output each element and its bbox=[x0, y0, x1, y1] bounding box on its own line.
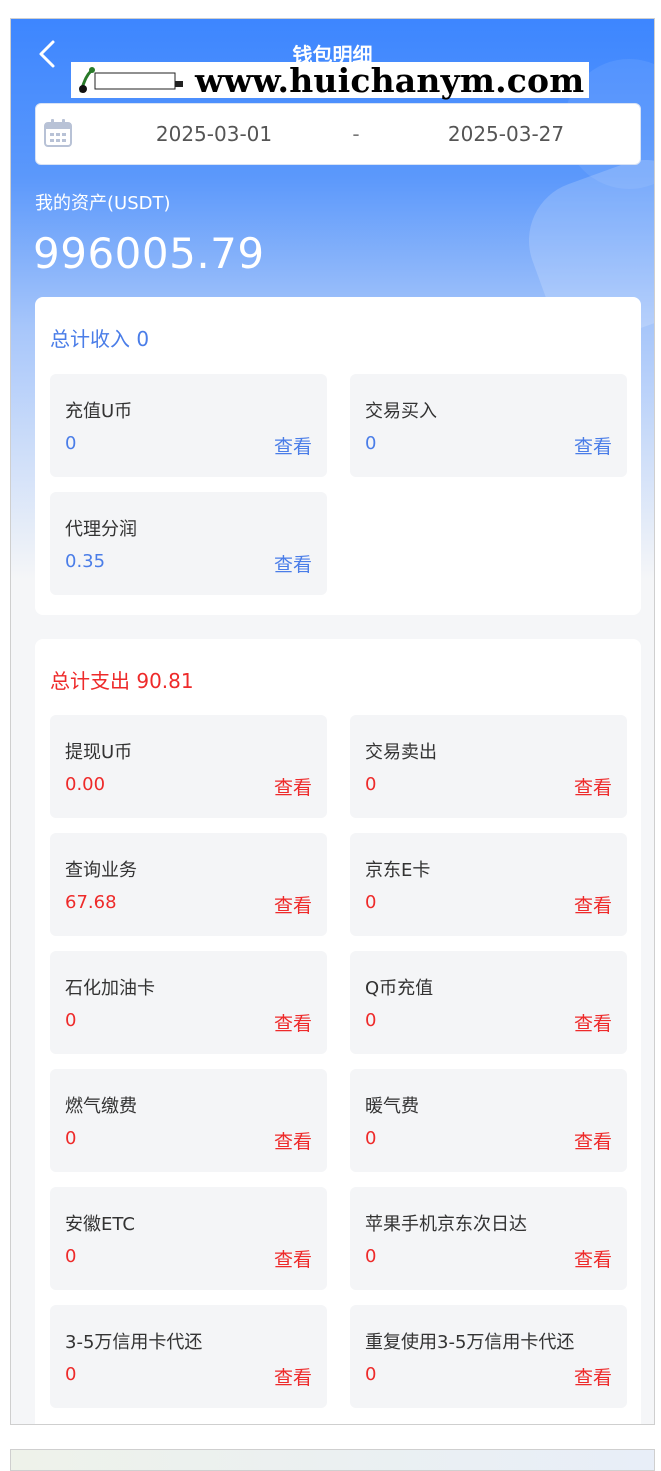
next-screenshot-edge bbox=[10, 1449, 655, 1471]
item-name: 京东E卡 bbox=[365, 860, 431, 881]
expense-item: 石化加油卡 0 查看 bbox=[50, 951, 327, 1054]
expense-item: 交易卖出 0 查看 bbox=[350, 715, 627, 818]
income-item: 交易买入 0 查看 bbox=[350, 374, 627, 477]
watermark-banner: www.huichanym.com bbox=[71, 60, 589, 100]
item-name: 交易卖出 bbox=[365, 742, 437, 763]
view-button[interactable]: 查看 bbox=[274, 432, 312, 459]
calendar-icon[interactable] bbox=[42, 117, 74, 153]
expense-item: 重复使用3-5万信用卡代还 0 查看 bbox=[350, 1305, 627, 1408]
view-button[interactable]: 查看 bbox=[574, 891, 612, 918]
expense-item: 苹果手机京东次日达 0 查看 bbox=[350, 1187, 627, 1290]
view-button[interactable]: 查看 bbox=[274, 1245, 312, 1272]
view-button[interactable]: 查看 bbox=[574, 1363, 612, 1390]
view-button[interactable]: 查看 bbox=[274, 891, 312, 918]
expense-card: 总计支出 90.81 提现U币 0.00 查看 交易卖出 0 查看 查询业务 6… bbox=[35, 639, 641, 1424]
item-name: 查询业务 bbox=[65, 860, 137, 881]
asset-label: 我的资产(USDT) bbox=[35, 193, 171, 214]
item-value: 0 bbox=[365, 892, 377, 913]
watermark-logo bbox=[71, 65, 185, 95]
income-item: 充值U币 0 查看 bbox=[50, 374, 327, 477]
view-button[interactable]: 查看 bbox=[274, 550, 312, 577]
item-value: 0 bbox=[65, 433, 77, 454]
item-name: Q币充值 bbox=[365, 978, 434, 999]
item-name: 提现U币 bbox=[65, 742, 133, 763]
view-button[interactable]: 查看 bbox=[274, 773, 312, 800]
income-total: 总计收入 0 bbox=[50, 327, 150, 351]
item-name: 苹果手机京东次日达 bbox=[365, 1214, 527, 1235]
item-value: 0 bbox=[365, 433, 377, 454]
item-value: 0 bbox=[365, 1246, 377, 1267]
item-name: 安徽ETC bbox=[65, 1214, 135, 1235]
item-value: 0 bbox=[65, 1246, 77, 1267]
date-separator: - bbox=[352, 122, 360, 146]
item-name: 燃气缴费 bbox=[65, 1096, 137, 1117]
view-button[interactable]: 查看 bbox=[574, 1009, 612, 1036]
asset-value: 996005.79 bbox=[33, 229, 265, 278]
item-value: 0.00 bbox=[65, 774, 106, 795]
view-button[interactable]: 查看 bbox=[274, 1009, 312, 1036]
view-button[interactable]: 查看 bbox=[274, 1363, 312, 1390]
expense-total: 总计支出 90.81 bbox=[50, 669, 194, 693]
item-value: 0 bbox=[65, 1010, 77, 1031]
item-name: 代理分润 bbox=[65, 519, 137, 540]
item-value: 67.68 bbox=[65, 892, 117, 913]
date-range-picker[interactable]: 2025-03-01 - 2025-03-27 bbox=[35, 103, 641, 165]
item-name: 重复使用3-5万信用卡代还 bbox=[365, 1332, 575, 1353]
expense-item: 安徽ETC 0 查看 bbox=[50, 1187, 327, 1290]
item-value: 0.35 bbox=[65, 551, 106, 572]
income-item: 代理分润 0.35 查看 bbox=[50, 492, 327, 595]
item-name: 石化加油卡 bbox=[65, 978, 155, 999]
view-button[interactable]: 查看 bbox=[574, 432, 612, 459]
item-value: 0 bbox=[365, 774, 377, 795]
item-value: 0 bbox=[365, 1128, 377, 1149]
item-value: 0 bbox=[65, 1364, 77, 1385]
view-button[interactable]: 查看 bbox=[274, 1127, 312, 1154]
end-date[interactable]: 2025-03-27 bbox=[446, 122, 566, 146]
view-button[interactable]: 查看 bbox=[574, 773, 612, 800]
item-name: 充值U币 bbox=[65, 401, 133, 422]
start-date[interactable]: 2025-03-01 bbox=[154, 122, 274, 146]
item-name: 暖气费 bbox=[365, 1096, 419, 1117]
phone-frame: 钱包明细 www.huichanym.com 2025-03-01 - 2025… bbox=[10, 18, 655, 1425]
expense-item: 3-5万信用卡代还 0 查看 bbox=[50, 1305, 327, 1408]
expense-item: 暖气费 0 查看 bbox=[350, 1069, 627, 1172]
view-button[interactable]: 查看 bbox=[574, 1127, 612, 1154]
income-card: 总计收入 0 充值U币 0 查看 交易买入 0 查看 代理分润 0.35 查看 bbox=[35, 297, 641, 615]
expense-item: 查询业务 67.68 查看 bbox=[50, 833, 327, 936]
expense-item: Q币充值 0 查看 bbox=[350, 951, 627, 1054]
view-button[interactable]: 查看 bbox=[574, 1245, 612, 1272]
expense-item: 提现U币 0.00 查看 bbox=[50, 715, 327, 818]
expense-item: 京东E卡 0 查看 bbox=[350, 833, 627, 936]
item-value: 0 bbox=[65, 1128, 77, 1149]
item-value: 0 bbox=[365, 1010, 377, 1031]
item-value: 0 bbox=[365, 1364, 377, 1385]
expense-item: 燃气缴费 0 查看 bbox=[50, 1069, 327, 1172]
watermark-site-text: www.huichanym.com bbox=[195, 60, 585, 100]
item-name: 3-5万信用卡代还 bbox=[65, 1332, 203, 1353]
item-name: 交易买入 bbox=[365, 401, 437, 422]
